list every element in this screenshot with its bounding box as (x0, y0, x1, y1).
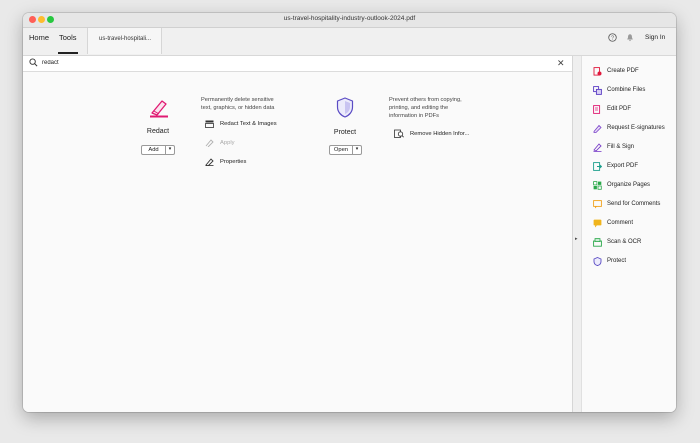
right-item-label[interactable]: Request E-signatures (607, 125, 665, 131)
right-item-export-pdf[interactable]: Export PDF (593, 160, 638, 172)
redact-tool-name: Redact (146, 128, 170, 135)
right-item-label[interactable]: Comment (607, 220, 633, 226)
remove-hidden-info-icon (394, 129, 404, 138)
clear-search-button[interactable]: ✕ (557, 56, 565, 70)
right-item-label[interactable]: Edit PDF (607, 106, 631, 112)
search-bar: ✕ (23, 56, 572, 72)
right-item-request-esign[interactable]: Request E-signatures (593, 122, 665, 134)
app-window: us-travel-hospitality-industry-outlook-2… (23, 13, 676, 412)
right-item-label[interactable]: Combine Files (607, 87, 645, 93)
document-tab[interactable]: us-travel-hospitali... (87, 28, 162, 54)
right-item-label[interactable]: Scan & OCR (607, 239, 641, 245)
create-pdf-icon (593, 66, 602, 76)
tab-home[interactable]: Home (29, 28, 49, 55)
protect-action-label[interactable]: Remove Hidden Infor... (410, 131, 469, 137)
title-bar: us-travel-hospitality-industry-outlook-2… (23, 13, 676, 28)
remove-hidden-info-action[interactable]: Remove Hidden Infor... (394, 129, 469, 138)
right-item-label[interactable]: Send for Comments (607, 201, 660, 207)
protect-tool-icon[interactable] (336, 97, 354, 118)
right-item-edit-pdf[interactable]: Edit PDF (593, 103, 631, 115)
collapse-panel-icon[interactable]: ▸ (575, 236, 578, 242)
window-title: us-travel-hospitality-industry-outlook-2… (283, 15, 416, 22)
protect-icon (593, 256, 602, 266)
right-item-label[interactable]: Organize Pages (607, 182, 650, 188)
redact-text-icon (205, 120, 214, 128)
right-item-combine-files[interactable]: Combine Files (593, 84, 645, 96)
request-esign-icon (593, 124, 602, 133)
redact-text-images-action[interactable]: Redact Text & Images (205, 120, 277, 128)
send-comments-icon (593, 199, 602, 208)
right-item-organize-pages[interactable]: Organize Pages (593, 179, 650, 191)
tab-bar: Home Tools us-travel-hospitali... ? Sign… (23, 28, 676, 56)
apply-redactions-action[interactable]: Apply (205, 139, 235, 147)
sign-in-link[interactable]: Sign In (645, 34, 665, 41)
comment-icon (593, 219, 602, 227)
properties-icon (205, 158, 214, 166)
protect-open-label[interactable]: Open (330, 146, 353, 154)
edit-pdf-icon (593, 104, 601, 114)
chevron-down-icon[interactable]: ▾ (353, 146, 361, 154)
organize-pages-icon (593, 180, 602, 190)
export-pdf-icon (593, 161, 602, 171)
redact-action-label[interactable]: Redact Text & Images (220, 121, 277, 127)
redact-add-button[interactable]: Add ▾ (141, 145, 175, 155)
redact-description-line: text, graphics, or hidden data (201, 105, 275, 111)
right-item-send-comments[interactable]: Send for Comments (593, 198, 660, 210)
redact-description: Permanently delete sensitive text, graph… (201, 96, 274, 112)
protect-description-line: Prevent others from copying, (389, 97, 462, 103)
right-item-label[interactable]: Protect (607, 258, 626, 264)
help-icon[interactable]: ? (608, 33, 617, 42)
chevron-down-icon[interactable]: ▾ (166, 146, 174, 154)
redaction-properties-action[interactable]: Properties (205, 158, 246, 166)
right-item-scan-ocr[interactable]: Scan & OCR (593, 236, 641, 248)
right-item-comment[interactable]: Comment (593, 217, 633, 229)
right-item-protect[interactable]: Protect (593, 255, 626, 267)
panel-divider[interactable] (572, 56, 581, 412)
tools-search-results: ✕ Redact Add ▾ Permanently delete sensit… (23, 56, 572, 412)
right-item-create-pdf[interactable]: Create PDF (593, 65, 639, 77)
redact-action-label[interactable]: Properties (220, 159, 246, 165)
fill-sign-icon (593, 142, 602, 152)
notifications-bell-icon[interactable] (626, 33, 634, 42)
search-icon (29, 58, 38, 67)
protect-open-button[interactable]: Open ▾ (329, 145, 362, 155)
right-item-fill-sign[interactable]: Fill & Sign (593, 141, 634, 153)
tab-tools[interactable]: Tools (58, 28, 78, 55)
redact-add-label[interactable]: Add (142, 146, 166, 154)
svg-text:?: ? (611, 36, 614, 42)
combine-files-icon (593, 85, 602, 95)
right-tools-panel: Create PDF Combine Files Edit PDF Reques… (581, 56, 676, 412)
right-item-label[interactable]: Fill & Sign (607, 144, 634, 150)
apply-redaction-icon (205, 139, 214, 147)
redact-action-label[interactable]: Apply (220, 140, 235, 146)
right-item-label[interactable]: Create PDF (607, 68, 639, 74)
search-input[interactable] (42, 58, 542, 68)
redact-description-line: Permanently delete sensitive (201, 97, 274, 103)
redact-tool-icon[interactable] (148, 98, 170, 118)
right-item-label[interactable]: Export PDF (607, 163, 638, 169)
protect-description: Prevent others from copying, printing, a… (389, 96, 462, 120)
protect-description-line: printing, and editing the (389, 105, 449, 111)
protect-tool-name: Protect (333, 129, 357, 136)
protect-description-line: information in PDFs (389, 113, 439, 119)
scan-ocr-icon (593, 237, 602, 247)
